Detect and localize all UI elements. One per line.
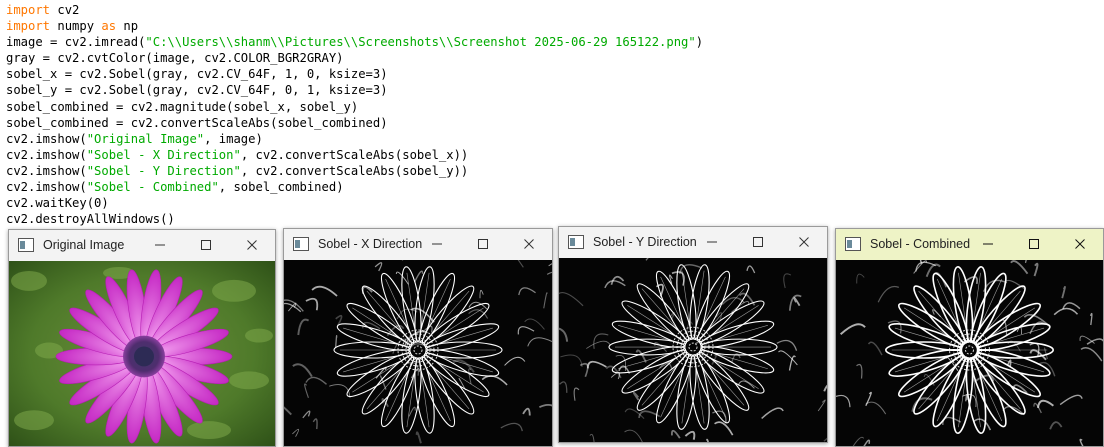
app-window-icon bbox=[845, 237, 861, 251]
code-text[interactable]: import cv2 import numpy as np image = cv2.… bbox=[6, 2, 703, 227]
code-line[interactable]: import numpy as np bbox=[6, 18, 703, 34]
maximize-button[interactable] bbox=[1011, 229, 1057, 259]
code-editor[interactable]: import cv2 import numpy as np image = cv2.… bbox=[0, 0, 1104, 232]
window-sobel-y[interactable]: Sobel - Y Direction bbox=[558, 226, 828, 443]
code-line[interactable]: gray = cv2.cvtColor(image, cv2.COLOR_BGR… bbox=[6, 50, 703, 66]
maximize-icon bbox=[753, 237, 763, 247]
code-line[interactable]: cv2.imshow("Original Image", image) bbox=[6, 131, 703, 147]
window-original-image[interactable]: Original Image bbox=[8, 229, 276, 447]
close-button[interactable] bbox=[229, 230, 275, 260]
minimize-button[interactable] bbox=[414, 229, 460, 259]
close-button[interactable] bbox=[781, 227, 827, 257]
maximize-icon bbox=[1029, 239, 1039, 249]
maximize-button[interactable] bbox=[460, 229, 506, 259]
sobel-y-image bbox=[559, 258, 827, 442]
sobel-x-image bbox=[284, 260, 552, 446]
code-line[interactable]: sobel_combined = cv2.convertScaleAbs(sob… bbox=[6, 115, 703, 131]
close-icon bbox=[524, 239, 534, 249]
close-button[interactable] bbox=[1057, 229, 1103, 259]
close-icon bbox=[1075, 239, 1085, 249]
code-line[interactable]: sobel_y = cv2.Sobel(gray, cv2.CV_64F, 0,… bbox=[6, 82, 703, 98]
app-window-icon bbox=[18, 238, 34, 252]
window-title: Sobel - Combined bbox=[870, 237, 971, 251]
app-window-icon bbox=[568, 235, 584, 249]
minimize-icon bbox=[707, 241, 717, 243]
code-line[interactable]: import cv2 bbox=[6, 2, 703, 18]
minimize-button[interactable] bbox=[137, 230, 183, 260]
window-title: Sobel - X Direction bbox=[318, 237, 423, 251]
window-title: Sobel - Y Direction bbox=[593, 235, 697, 249]
code-line[interactable]: cv2.imshow("Sobel - X Direction", cv2.co… bbox=[6, 147, 703, 163]
code-line[interactable]: cv2.destroyAllWindows() bbox=[6, 211, 703, 227]
close-button[interactable] bbox=[506, 229, 552, 259]
code-line[interactable]: image = cv2.imread("C:\\Users\\shanm\\Pi… bbox=[6, 34, 703, 50]
app-window-icon bbox=[293, 237, 309, 251]
maximize-icon bbox=[478, 239, 488, 249]
maximize-button[interactable] bbox=[735, 227, 781, 257]
close-icon bbox=[799, 237, 809, 247]
close-icon bbox=[247, 240, 257, 250]
sobel-combined-image bbox=[836, 260, 1103, 446]
minimize-button[interactable] bbox=[689, 227, 735, 257]
maximize-icon bbox=[201, 240, 211, 250]
code-line[interactable]: cv2.waitKey(0) bbox=[6, 195, 703, 211]
maximize-button[interactable] bbox=[183, 230, 229, 260]
code-line[interactable]: cv2.imshow("Sobel - Y Direction", cv2.co… bbox=[6, 163, 703, 179]
code-line[interactable]: sobel_combined = cv2.magnitude(sobel_x, … bbox=[6, 99, 703, 115]
window-sobel-combined[interactable]: Sobel - Combined bbox=[835, 228, 1104, 447]
minimize-icon bbox=[432, 243, 442, 245]
window-title: Original Image bbox=[43, 238, 125, 252]
minimize-button[interactable] bbox=[965, 229, 1011, 259]
code-line[interactable]: sobel_x = cv2.Sobel(gray, cv2.CV_64F, 1,… bbox=[6, 66, 703, 82]
purple-daisy-image bbox=[9, 261, 275, 446]
code-line[interactable]: cv2.imshow("Sobel - Combined", sobel_com… bbox=[6, 179, 703, 195]
minimize-icon bbox=[983, 243, 993, 245]
minimize-icon bbox=[155, 244, 165, 246]
window-sobel-x[interactable]: Sobel - X Direction bbox=[283, 228, 553, 447]
